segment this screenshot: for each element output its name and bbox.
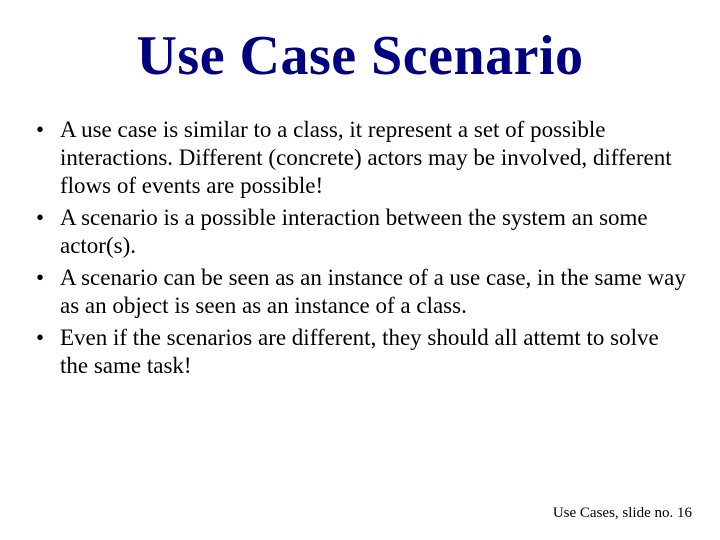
slide: Use Case Scenario A use case is similar … [0,0,720,540]
slide-body: A use case is similar to a class, it rep… [28,116,692,380]
list-item: Even if the scenarios are different, the… [28,324,692,380]
slide-footer: Use Cases, slide no. 16 [553,505,692,522]
list-item: A scenario is a possible interaction bet… [28,204,692,260]
list-item: A scenario can be seen as an instance of… [28,264,692,320]
list-item: A use case is similar to a class, it rep… [28,116,692,200]
bullet-list: A use case is similar to a class, it rep… [28,116,692,380]
slide-title: Use Case Scenario [28,24,692,88]
